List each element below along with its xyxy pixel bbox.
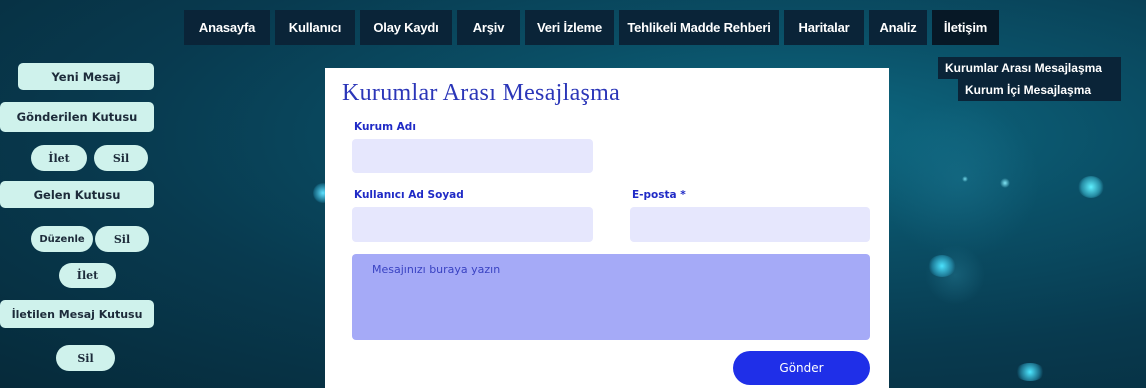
nav-item-arsiv[interactable]: Arşiv — [457, 10, 520, 45]
top-nav: Anasayfa Kullanıcı Olay Kaydı Arşiv Veri… — [184, 10, 999, 45]
sent-box-button[interactable]: Gönderilen Kutusu — [0, 102, 154, 132]
institution-name-label: Kurum Adı — [354, 121, 416, 133]
bokeh-light — [1000, 178, 1010, 188]
sent-delete-button[interactable]: Sil — [94, 145, 148, 171]
inbox-edit-button[interactable]: Düzenle — [31, 226, 93, 252]
page-title: Kurumlar Arası Mesajlaşma — [342, 80, 621, 106]
sent-forward-button[interactable]: İlet — [31, 145, 87, 171]
email-label: E-posta * — [632, 189, 686, 201]
inbox-forward-button[interactable]: İlet — [59, 263, 116, 288]
bokeh-light — [1015, 363, 1045, 381]
contact-dropdown: Kurumlar Arası Mesajlaşma Kurum İçi Mesa… — [938, 57, 1121, 101]
message-textarea[interactable]: Mesajınızı buraya yazın — [352, 254, 870, 340]
nav-item-anasayfa[interactable]: Anasayfa — [184, 10, 270, 45]
nav-item-kullanici[interactable]: Kullanıcı — [275, 10, 355, 45]
send-button[interactable]: Gönder — [733, 351, 870, 385]
bokeh-light — [928, 255, 956, 277]
new-message-button[interactable]: Yeni Mesaj — [18, 63, 154, 90]
bokeh-light — [925, 245, 985, 305]
forwarded-box-button[interactable]: İletilen Mesaj Kutusu — [0, 300, 154, 328]
bokeh-light — [880, 100, 1040, 260]
inbox-button[interactable]: Gelen Kutusu — [0, 181, 154, 208]
nav-item-olay-kaydi[interactable]: Olay Kaydı — [360, 10, 452, 45]
nav-item-iletisim[interactable]: İletişim — [932, 10, 999, 45]
bokeh-light — [962, 176, 968, 182]
message-form-panel: Kurumlar Arası Mesajlaşma Kurum Adı Kull… — [325, 68, 889, 388]
full-name-label: Kullanıcı Ad Soyad — [354, 189, 464, 201]
inbox-delete-button[interactable]: Sil — [95, 226, 149, 252]
forwarded-delete-button[interactable]: Sil — [56, 345, 115, 371]
full-name-input[interactable] — [352, 207, 593, 242]
nav-item-haritalar[interactable]: Haritalar — [784, 10, 864, 45]
bokeh-light — [1078, 176, 1104, 198]
message-placeholder: Mesajınızı buraya yazın — [372, 263, 501, 276]
nav-item-tehlikeli-madde-rehberi[interactable]: Tehlikeli Madde Rehberi — [619, 10, 779, 45]
nav-item-veri-izleme[interactable]: Veri İzleme — [525, 10, 614, 45]
institution-name-input[interactable] — [352, 139, 593, 173]
dropdown-item-intra-institution[interactable]: Kurum İçi Mesajlaşma — [958, 79, 1121, 101]
dropdown-item-inter-institution[interactable]: Kurumlar Arası Mesajlaşma — [938, 57, 1121, 79]
email-input[interactable] — [630, 207, 870, 242]
nav-item-analiz[interactable]: Analiz — [869, 10, 927, 45]
